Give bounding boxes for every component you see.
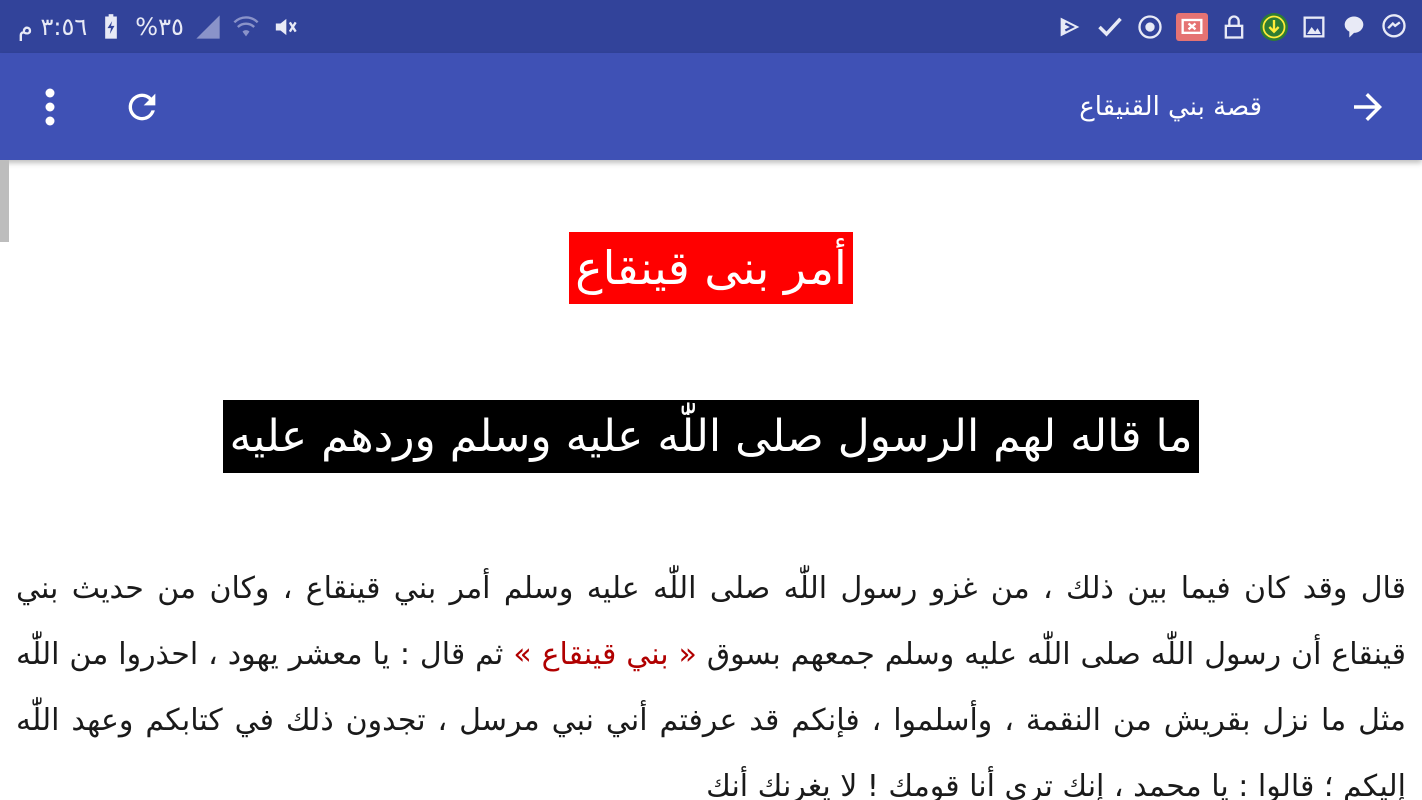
- more-options-button[interactable]: [28, 81, 72, 133]
- check-icon: [1096, 13, 1124, 41]
- status-time: ٣:٥٦ م: [18, 12, 88, 41]
- messenger-icon: [1380, 13, 1408, 41]
- article-heading: أمر بنى قينقاع: [569, 232, 853, 304]
- battery-percentage: %٣٥: [135, 12, 184, 41]
- status-bar: ٣:٥٦ م %٣٥: [0, 0, 1422, 53]
- mute-icon: [270, 13, 298, 41]
- signal-icon: [194, 13, 222, 41]
- highlighted-place-name: « بني قينقاع »: [513, 637, 697, 672]
- refresh-button[interactable]: [116, 81, 168, 133]
- status-right: [1056, 0, 1408, 53]
- app-bar: قصة بني القنيقاع: [0, 53, 1422, 160]
- arrow-right-icon: [1354, 93, 1382, 121]
- refresh-icon: [128, 93, 156, 121]
- article-subheading: ما قاله لهم الرسول صلى اللّٰه عليه وسلم …: [223, 400, 1199, 473]
- article-content[interactable]: أمر بنى قينقاع ما قاله لهم الرسول صلى ال…: [0, 160, 1422, 800]
- battery-charging-icon: [97, 13, 125, 41]
- subheading-container: ما قاله لهم الرسول صلى اللّٰه عليه وسلم …: [0, 400, 1422, 473]
- more-vert-icon: [45, 88, 55, 126]
- lock-icon: [1220, 13, 1248, 41]
- play-store-icon: [1056, 13, 1084, 41]
- screen-mirror-icon: [1176, 12, 1208, 41]
- wifi-icon: [232, 13, 260, 41]
- back-button[interactable]: [1342, 81, 1394, 133]
- heading-container: أمر بنى قينقاع: [0, 232, 1422, 304]
- scrollbar[interactable]: [0, 160, 9, 242]
- status-left: ٣:٥٦ م %٣٥: [18, 0, 298, 53]
- download-icon: [1260, 12, 1288, 41]
- article-paragraph: قال وقد كان فيما بين ذلك ، من غزو رسول ا…: [16, 556, 1406, 800]
- gallery-icon: [1300, 13, 1328, 41]
- page-title: قصة بني القنيقاع: [1079, 91, 1262, 122]
- sync-icon: [1136, 13, 1164, 41]
- chat-icon: [1340, 13, 1368, 41]
